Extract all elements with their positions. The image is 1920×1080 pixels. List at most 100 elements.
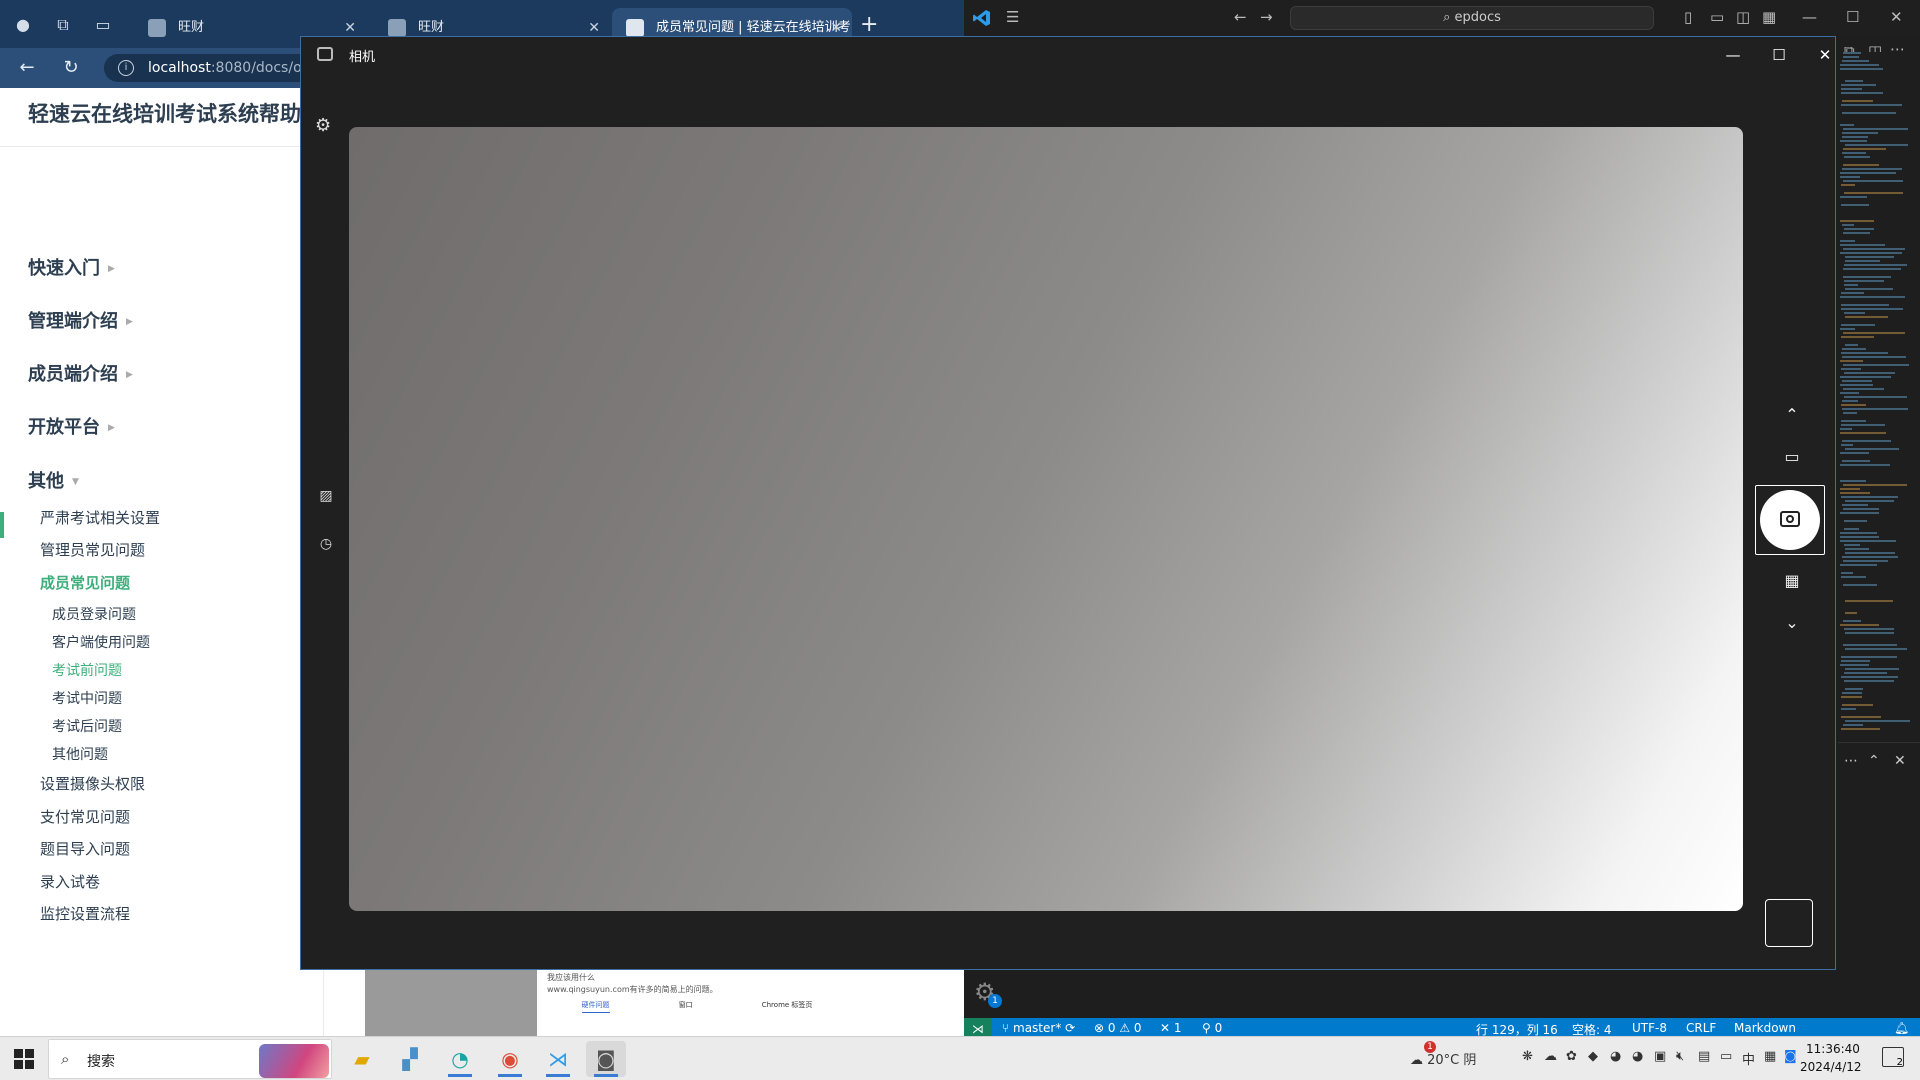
tray-app-icon[interactable]: ◆	[1588, 1049, 1598, 1064]
sidebar-link-camera-permission[interactable]: 设置摄像头权限	[40, 773, 145, 794]
take-photo-button[interactable]	[1760, 490, 1820, 550]
sidebar-sublink-login[interactable]: 成员登录问题	[52, 604, 136, 624]
nav-forward-icon[interactable]: →	[1260, 8, 1273, 26]
edge-browser-icon[interactable]: ◔	[440, 1041, 480, 1077]
sidebar-section-member[interactable]: 成员端介绍 ▶	[28, 360, 133, 386]
minimize-icon[interactable]: —	[1721, 43, 1745, 67]
notifications-bell-icon[interactable]: 🔔︎	[1894, 1021, 1909, 1035]
minimap-line	[1840, 252, 1902, 254]
start-windows-icon[interactable]	[14, 1049, 34, 1069]
new-tab-icon[interactable]: +	[860, 12, 878, 37]
minimap-line	[1840, 564, 1877, 566]
tray-app-icon[interactable]: ✿	[1566, 1049, 1577, 1064]
network-icon[interactable]: ▭	[1720, 1049, 1732, 1064]
sidebar-link-payment-faq[interactable]: 支付常见问题	[40, 806, 130, 827]
hdr-off-icon[interactable]: ▨	[315, 485, 337, 507]
minimap-line	[1841, 104, 1902, 106]
tray-app-icon[interactable]: ▤	[1698, 1049, 1710, 1064]
tab-actions-icon[interactable]: ▭	[92, 14, 114, 36]
site-info-icon[interactable]: i	[118, 60, 134, 76]
notepad-icon[interactable]: ▞	[390, 1041, 430, 1077]
vscode-taskbar-icon[interactable]: ⋊	[538, 1041, 578, 1077]
notification-center-icon[interactable]: 2	[1882, 1047, 1904, 1068]
sidebar-link-enter-paper[interactable]: 录入试卷	[40, 871, 100, 892]
minimap-line	[1843, 364, 1909, 366]
chevron-up-icon[interactable]: ⌃	[1778, 403, 1806, 427]
sidebar-sublink-other[interactable]: 其他问题	[52, 744, 108, 764]
sidebar-link-member-faq[interactable]: 成员常见问题	[40, 572, 130, 593]
clock-date[interactable]: 2024/4/12	[1800, 1060, 1862, 1074]
close-icon[interactable]: ✕	[1890, 8, 1903, 26]
sidebar-sublink-post-exam[interactable]: 考试后问题	[52, 716, 122, 736]
weather-widget[interactable]: ☁ 20°C 阴	[1410, 1049, 1476, 1068]
panel-close-icon[interactable]: ✕	[1894, 753, 1906, 769]
sidebar-link-admin-faq[interactable]: 管理员常见问题	[40, 539, 145, 560]
minimap[interactable]	[1838, 52, 1914, 742]
tray-wechat-icon[interactable]: ◕	[1632, 1049, 1643, 1064]
qr-code-mode-icon[interactable]: ▦	[1778, 569, 1806, 593]
maximize-icon[interactable]: ☐	[1767, 43, 1791, 67]
refresh-icon[interactable]: ↻	[58, 56, 84, 80]
branch-status[interactable]: ⑂ master* ⟳	[1002, 1021, 1075, 1035]
sidebar-sublink-pre-exam[interactable]: 考试前问题	[52, 660, 122, 680]
sidebar-section-admin[interactable]: 管理端介绍 ▶	[28, 307, 133, 333]
back-icon[interactable]: ←	[14, 56, 40, 80]
toggle-sidebar-icon[interactable]: ▯	[1684, 8, 1692, 26]
input-method-icon[interactable]: 中	[1742, 1049, 1755, 1068]
no-signal-status[interactable]: ⚲ 0	[1202, 1021, 1222, 1035]
minimap-line	[1840, 536, 1879, 538]
minimap-line	[1840, 172, 1896, 174]
sidebar-section-other[interactable]: 其他 ▼	[28, 467, 79, 493]
taskbar-search-box[interactable]: ⌕ 搜索	[48, 1039, 332, 1079]
tray-app-icon[interactable]: ◙	[1784, 1049, 1797, 1064]
menu-icon[interactable]: ☰	[1006, 8, 1019, 26]
customize-layout-icon[interactable]: ▦	[1762, 8, 1776, 26]
toggle-secondary-sidebar-icon[interactable]: ◫	[1736, 8, 1750, 26]
gallery-thumbnail[interactable]	[1765, 899, 1813, 947]
docs-sidebar: 快速入门 ▶ 管理端介绍 ▶ 成员端介绍 ▶ 开放平台 ▶ 其他 ▼ 严肃考试相关设置 管…	[0, 147, 324, 1036]
site-title[interactable]: 轻速云在线培训考试系统帮助	[28, 98, 301, 128]
minimap-line	[1843, 128, 1908, 130]
panel-more-icon[interactable]: ⋯	[1844, 753, 1858, 769]
tray-app-icon[interactable]: ❋	[1522, 1049, 1533, 1064]
sidebar-section-quickstart[interactable]: 快速入门 ▶	[28, 254, 115, 280]
profile-avatar-icon[interactable]: ●	[12, 14, 34, 36]
maximize-icon[interactable]: ☐	[1846, 8, 1859, 26]
tray-app-icon[interactable]: ☁	[1544, 1049, 1557, 1064]
timer-off-icon[interactable]: ◷	[315, 533, 337, 555]
file-encoding[interactable]: UTF-8	[1632, 1021, 1667, 1035]
chrome-browser-icon[interactable]: ◉	[490, 1041, 530, 1077]
clock-time[interactable]: 11:36:40	[1806, 1042, 1860, 1056]
tray-app-icon[interactable]: ▦	[1764, 1049, 1776, 1064]
minimap-line	[1843, 484, 1907, 486]
camera-taskbar-icon[interactable]: ◙	[586, 1041, 626, 1077]
language-mode[interactable]: Markdown	[1734, 1021, 1796, 1035]
tray-app-icon[interactable]: ▣	[1654, 1049, 1666, 1064]
chevron-down-icon[interactable]: ⌄	[1778, 611, 1806, 635]
sidebar-link-monitor-setup[interactable]: 监控设置流程	[40, 903, 130, 924]
command-center-search[interactable]: ⌕ epdocs	[1290, 6, 1654, 30]
minimap-line	[1843, 164, 1879, 166]
toggle-panel-icon[interactable]: ▭	[1710, 8, 1724, 26]
nav-back-icon[interactable]: ←	[1234, 8, 1247, 26]
sidebar-sublink-client[interactable]: 客户端使用问题	[52, 632, 150, 652]
sidebar-link-import-faq[interactable]: 题目导入问题	[40, 838, 130, 859]
ports-status[interactable]: ✕ 1	[1160, 1021, 1182, 1035]
volume-muted-icon[interactable]: 🔇︎	[1676, 1049, 1684, 1064]
file-explorer-icon[interactable]: ▰	[342, 1041, 382, 1077]
sidebar-link-strict-exam[interactable]: 严肃考试相关设置	[40, 507, 160, 528]
settings-gear-icon[interactable]: ⚙	[315, 115, 331, 136]
sidebar-sublink-during-exam[interactable]: 考试中问题	[52, 688, 122, 708]
tray-wechat-icon[interactable]: ◕	[1610, 1049, 1621, 1064]
close-icon[interactable]: ✕	[1813, 43, 1837, 67]
problems-status[interactable]: ⊗ 0 ⚠ 0	[1094, 1021, 1142, 1035]
camera-viewfinder[interactable]	[349, 127, 1743, 911]
video-mode-icon[interactable]: ▭	[1778, 445, 1806, 469]
sidebar-section-openplatform[interactable]: 开放平台 ▶	[28, 413, 115, 439]
line-endings[interactable]: CRLF	[1686, 1021, 1716, 1035]
panel-maximize-icon[interactable]: ⌃	[1868, 753, 1880, 769]
minimap-line	[1840, 452, 1869, 454]
minimap-line	[1842, 348, 1866, 350]
collections-icon[interactable]: ⧉	[52, 14, 74, 36]
minimize-icon[interactable]: —	[1802, 8, 1817, 26]
